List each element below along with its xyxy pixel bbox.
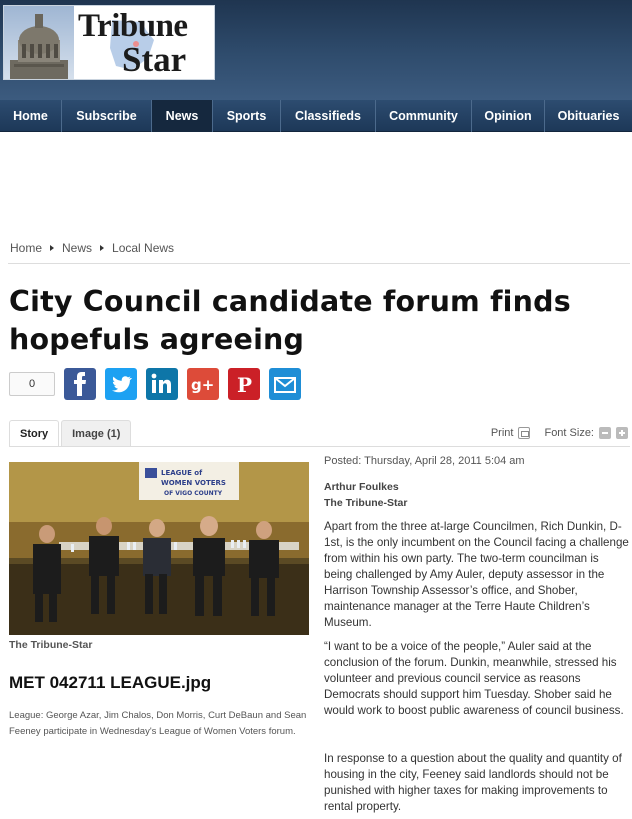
photo-credit: The Tribune-Star bbox=[9, 639, 93, 651]
main-nav: Home Subscribe News Sports Classifieds C… bbox=[0, 100, 632, 132]
tab-image[interactable]: Image (1) bbox=[61, 420, 132, 447]
breadcrumb: Home News Local News bbox=[10, 241, 174, 255]
nav-item-community[interactable]: Community bbox=[376, 100, 472, 132]
font-increase-icon[interactable] bbox=[616, 427, 628, 439]
google-plus-share-button[interactable]: g+ bbox=[187, 368, 219, 400]
article-paragraph: “I want to be a voice of the people,” Au… bbox=[324, 640, 624, 717]
article-paragraph: Apart from the three at-large Councilmen… bbox=[324, 520, 629, 629]
banner-text-line1: LEAGUE of bbox=[161, 469, 203, 477]
nav-item-opinion[interactable]: Opinion bbox=[472, 100, 545, 132]
pinterest-share-button[interactable]: P bbox=[228, 368, 260, 400]
divider bbox=[8, 263, 630, 264]
nav-item-home[interactable]: Home bbox=[0, 100, 62, 132]
share-count: 0 bbox=[9, 372, 55, 396]
article-tools: Print Font Size: bbox=[491, 427, 628, 439]
pinterest-icon: P bbox=[237, 373, 252, 397]
twitter-share-button[interactable] bbox=[105, 368, 137, 400]
author-organization: The Tribune-Star bbox=[324, 497, 408, 509]
twitter-icon bbox=[112, 376, 132, 393]
photo-title: MET 042711 LEAGUE.jpg bbox=[9, 673, 212, 692]
breadcrumb-local-news[interactable]: Local News bbox=[112, 241, 174, 255]
svg-text:g+: g+ bbox=[191, 376, 214, 394]
email-icon bbox=[274, 377, 296, 393]
email-share-button[interactable] bbox=[269, 368, 301, 400]
facebook-share-button[interactable] bbox=[64, 368, 96, 400]
article-photo[interactable]: LEAGUE of WOMEN VOTERS OF VIGO COUNTY bbox=[9, 462, 309, 635]
facebook-icon bbox=[74, 372, 86, 396]
banner-text-line2: WOMEN VOTERS bbox=[161, 479, 226, 487]
nav-item-sports[interactable]: Sports bbox=[213, 100, 281, 132]
photo-caption: League: George Azar, Jim Chalos, Don Mor… bbox=[9, 710, 307, 737]
nav-item-subscribe[interactable]: Subscribe bbox=[62, 100, 152, 132]
article-paragraph: In response to a question about the qual… bbox=[324, 752, 622, 813]
linkedin-icon bbox=[151, 373, 171, 393]
nav-item-classifieds[interactable]: Classifieds bbox=[281, 100, 376, 132]
masthead: Tribune Star bbox=[0, 0, 632, 100]
print-label[interactable]: Print bbox=[491, 427, 514, 439]
google-plus-icon: g+ bbox=[191, 376, 214, 394]
font-decrease-icon[interactable] bbox=[599, 427, 611, 439]
breadcrumb-arrow-icon bbox=[100, 245, 105, 251]
page-title: City Council candidate forum finds hopef… bbox=[9, 285, 571, 356]
print-icon[interactable] bbox=[518, 427, 531, 439]
logo-word-star: Star bbox=[122, 40, 187, 79]
courthouse-dome-image bbox=[4, 6, 74, 79]
linkedin-share-button[interactable] bbox=[146, 368, 178, 400]
nav-item-news[interactable]: News bbox=[152, 100, 213, 132]
article-tabs: Story Image (1) bbox=[9, 420, 133, 447]
site-logo[interactable]: Tribune Star bbox=[3, 5, 215, 80]
breadcrumb-arrow-icon bbox=[50, 245, 55, 251]
font-size-label: Font Size: bbox=[544, 427, 594, 439]
breadcrumb-news[interactable]: News bbox=[62, 241, 92, 255]
tab-story[interactable]: Story bbox=[9, 420, 60, 447]
banner-text-line3: OF VIGO COUNTY bbox=[164, 490, 223, 497]
posted-date: Posted: Thursday, April 28, 2011 5:04 am bbox=[324, 455, 525, 467]
nav-item-obituaries[interactable]: Obituaries bbox=[545, 100, 632, 132]
breadcrumb-home[interactable]: Home bbox=[10, 241, 42, 255]
svg-text:P: P bbox=[237, 373, 252, 397]
divider bbox=[9, 446, 630, 447]
author-name[interactable]: Arthur Foulkes bbox=[324, 481, 399, 493]
